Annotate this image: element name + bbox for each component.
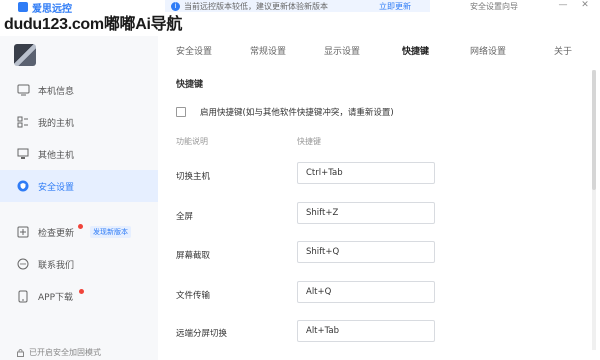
tab-general[interactable]: 常规设置 bbox=[250, 44, 286, 57]
sidebar-item-label: 联系我们 bbox=[38, 260, 75, 271]
enable-shortcuts-row[interactable]: 启用快捷键(如与其他软件快捷键冲突，请重新设置) bbox=[176, 106, 394, 118]
sidebar-item-contact[interactable]: 联系我们 bbox=[0, 248, 158, 280]
watermark-text: dudu123.com嘟嘟Ai导航 bbox=[4, 16, 183, 33]
column-header-function: 功能说明 bbox=[176, 137, 208, 146]
section-title: 快捷键 bbox=[176, 80, 204, 90]
update-notice: i 当前远控版本较低，建议更新体验新版本 立即更新 bbox=[165, 0, 430, 12]
sidebar-item-label: 我的主机 bbox=[38, 118, 75, 129]
shortcut-row-label: 屏幕截取 bbox=[176, 251, 211, 261]
secure-mode-status: 已开启安全加固模式 bbox=[16, 347, 101, 358]
tab-about[interactable]: 关于 bbox=[554, 44, 572, 57]
sidebar-item-local-info[interactable]: 本机信息 bbox=[0, 74, 158, 106]
update-icon bbox=[16, 225, 30, 239]
avatar[interactable] bbox=[14, 44, 36, 66]
phone-icon bbox=[16, 289, 30, 303]
sidebar-item-label: 本机信息 bbox=[38, 86, 75, 97]
sidebar-item-security[interactable]: 安全设置 bbox=[0, 170, 158, 202]
update-now-link[interactable]: 立即更新 bbox=[379, 1, 411, 12]
shortcut-input-split-screen[interactable]: Alt+Tab bbox=[297, 320, 435, 342]
tab-security[interactable]: 安全设置 bbox=[176, 44, 212, 57]
tab-network[interactable]: 网络设置 bbox=[470, 44, 506, 57]
sidebar-item-other-hosts[interactable]: 其他主机 bbox=[0, 138, 158, 170]
hosts-icon bbox=[16, 115, 30, 129]
chat-icon bbox=[16, 257, 30, 271]
notification-dot bbox=[79, 289, 84, 294]
column-header-shortcut: 快捷键 bbox=[297, 137, 321, 146]
shortcut-row-label: 远端分屏切换 bbox=[176, 329, 228, 339]
sidebar-item-app-download[interactable]: APP下载 bbox=[0, 280, 158, 312]
shortcut-input-fullscreen[interactable]: Shift+Z bbox=[297, 202, 435, 224]
tab-display[interactable]: 显示设置 bbox=[324, 44, 360, 57]
computer-icon bbox=[16, 147, 30, 161]
secure-mode-label: 已开启安全加固模式 bbox=[29, 348, 101, 357]
shield-icon bbox=[16, 179, 30, 193]
shortcut-row-label: 切换主机 bbox=[176, 172, 211, 182]
notification-dot bbox=[78, 224, 83, 229]
shortcut-row-label: 全屏 bbox=[176, 212, 194, 222]
sidebar-item-label: 检查更新 bbox=[38, 228, 75, 239]
tab-shortcuts[interactable]: 快捷键 bbox=[402, 44, 429, 57]
shortcut-row-label: 文件传输 bbox=[176, 291, 211, 301]
sidebar-item-my-hosts[interactable]: 我的主机 bbox=[0, 106, 158, 138]
lock-icon bbox=[17, 349, 24, 357]
sidebar-item-label: APP下载 bbox=[38, 292, 74, 303]
minimize-icon[interactable]: — bbox=[556, 0, 570, 10]
enable-shortcuts-label: 启用快捷键(如与其他软件快捷键冲突，请重新设置) bbox=[200, 108, 394, 118]
sidebar-item-label: 安全设置 bbox=[38, 182, 75, 193]
enable-shortcuts-checkbox[interactable] bbox=[176, 107, 186, 117]
shortcut-input-switch-host[interactable]: Ctrl+Tab bbox=[297, 162, 435, 184]
sidebar-item-check-update[interactable]: 检查更新 发现新版本 bbox=[0, 216, 158, 248]
content-scrollbar[interactable] bbox=[592, 70, 596, 350]
security-wizard-link[interactable]: 安全设置向导 bbox=[470, 0, 518, 12]
monitor-icon bbox=[16, 83, 30, 97]
notice-text: 当前远控版本较低，建议更新体验新版本 bbox=[184, 1, 328, 11]
shortcut-input-screen-capture[interactable]: Shift+Q bbox=[297, 241, 435, 263]
sidebar-item-label: 其他主机 bbox=[38, 150, 75, 161]
shortcut-input-file-transfer[interactable]: Alt+Q bbox=[297, 281, 435, 303]
close-icon[interactable]: ✕ bbox=[578, 0, 592, 10]
settings-tabs: 安全设置 常规设置 显示设置 快捷键 网络设置 关于 bbox=[158, 36, 600, 64]
new-version-badge: 发现新版本 bbox=[90, 226, 131, 238]
scrollbar-thumb[interactable] bbox=[592, 70, 596, 190]
